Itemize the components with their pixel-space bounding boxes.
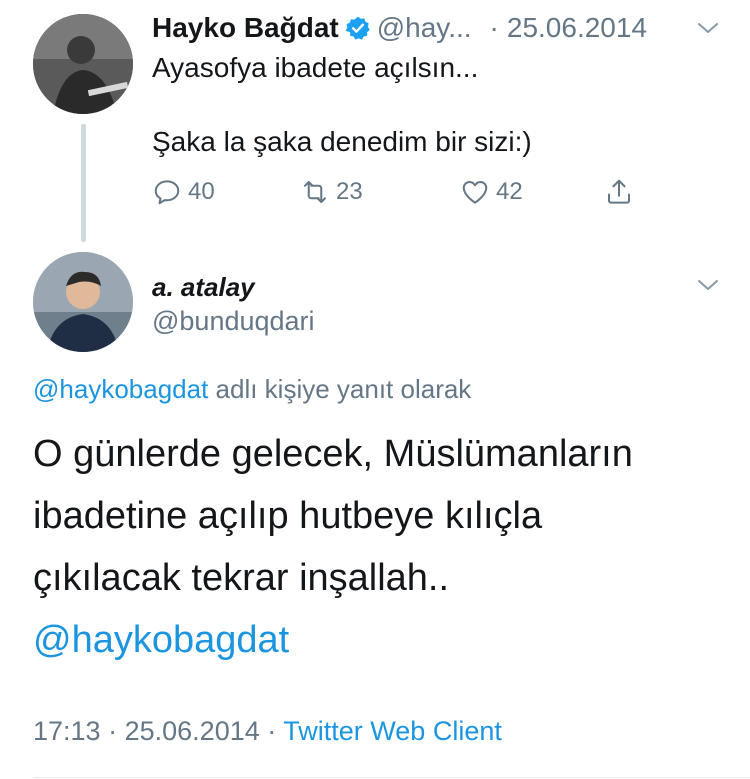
share-icon	[608, 179, 630, 204]
avatar-hayko-bagdat[interactable]	[33, 14, 133, 114]
tweet1-header: Hayko Bağdat @hay... · 25.06.2014	[152, 8, 710, 48]
avatar-a-atalay[interactable]	[33, 252, 133, 352]
tweet-text-line: Şaka la şaka denedim bir sizi:)	[152, 126, 532, 157]
tweet-date[interactable]: 25.06.2014	[125, 716, 260, 746]
thread-connector-line	[81, 124, 86, 242]
share-button[interactable]	[604, 177, 640, 207]
mention-link[interactable]: @haykobagdat	[33, 609, 733, 671]
tweet-text-line: ibadetine açılıp hutbeye kılıçla	[33, 495, 543, 537]
reply-to-mention-link[interactable]: @haykobagdat	[33, 374, 208, 404]
tweet1-actions: 40 23 42	[152, 172, 640, 212]
retweet-button[interactable]: 23	[300, 177, 460, 207]
reply-icon	[154, 180, 180, 205]
reply-button[interactable]: 40	[152, 177, 300, 207]
author-name[interactable]: a. atalay	[152, 272, 255, 303]
like-count: 42	[496, 178, 523, 205]
separator-dot: ·	[108, 716, 118, 746]
retweet-icon	[304, 181, 326, 203]
chevron-down-icon[interactable]	[696, 16, 720, 40]
separator-dot: ·	[489, 12, 499, 43]
reply-to-text: adlı kişiye yanıt olarak	[208, 374, 472, 404]
author-handle[interactable]: @bunduqdari	[152, 306, 315, 337]
divider	[33, 777, 750, 778]
reply-count: 40	[188, 178, 215, 205]
like-button[interactable]: 42	[460, 177, 604, 207]
tweet-text-line: O günlerde gelecek, Müslümanların	[33, 433, 633, 475]
author-handle[interactable]: @hay...	[377, 12, 472, 44]
separator-dot: ·	[267, 716, 277, 746]
replying-to: @haykobagdat adlı kişiye yanıt olarak	[33, 374, 471, 405]
tweet-time[interactable]: 17:13	[33, 716, 101, 746]
tweet-text-line: Ayasofya ibadete açılsın...	[152, 52, 479, 83]
like-icon	[462, 181, 488, 204]
tweet-source-link[interactable]: Twitter Web Client	[283, 716, 502, 746]
chevron-down-icon[interactable]	[696, 273, 720, 297]
tweet-date[interactable]: 25.06.2014	[507, 12, 647, 44]
tweet2-text: O günlerde gelecek, Müslümanların ibadet…	[33, 423, 733, 671]
verified-badge-icon	[345, 16, 370, 40]
tweet-metadata: 17:13 · 25.06.2014 · Twitter Web Client	[33, 716, 502, 747]
tweet1-text: Ayasofya ibadete açılsın... Şaka la şaka…	[152, 50, 712, 160]
retweet-count: 23	[336, 178, 363, 205]
tweet-text-line: çıkılacak tekrar inşallah..	[33, 557, 450, 599]
author-name[interactable]: Hayko Bağdat	[152, 12, 339, 44]
